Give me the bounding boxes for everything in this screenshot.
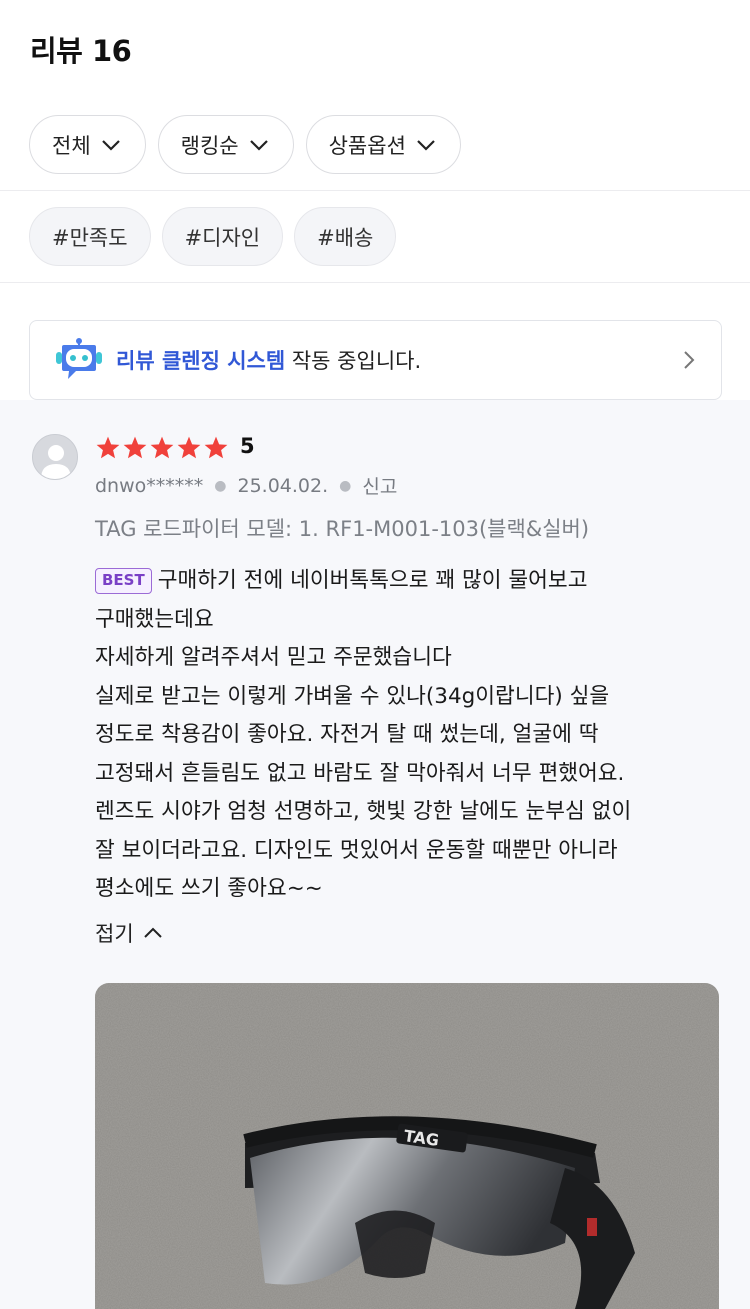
reviewer-id: dnwo******	[95, 474, 204, 497]
review-line: 정도로 착용감이 좋아요. 자전거 탈 때 썼는데, 얼굴에 딱	[95, 722, 599, 747]
review-line: 평소에도 쓰기 좋아요~~	[95, 876, 323, 901]
chevron-right-icon	[684, 351, 695, 369]
chevron-down-icon	[249, 139, 268, 151]
page-title: 리뷰 16	[30, 34, 132, 68]
fold-label: 접기	[95, 922, 134, 946]
review-line: 고정돼서 흔들림도 없고 바람도 잘 막아줘서 너무 편했어요.	[95, 760, 625, 786]
filter-label: 상품옵션	[328, 133, 406, 158]
review-date: 25.04.02.	[237, 474, 329, 497]
review-body: BEST 구매하기 전에 네이버톡톡으로 꽤 많이 물어보고 구매했는데요 자세하…	[95, 562, 735, 909]
filter-bar: 전체 랭킹순 상품옵션	[29, 115, 461, 174]
cleansing-text: 작동 중입니다.	[285, 349, 422, 373]
star-icon	[177, 436, 201, 459]
tag-delivery[interactable]: #배송	[294, 207, 397, 266]
star-icon	[96, 436, 120, 459]
filter-label: 랭킹순	[180, 133, 239, 158]
review-photo[interactable]: TAG	[95, 983, 719, 1309]
user-silhouette-icon	[33, 435, 77, 479]
divider	[0, 190, 750, 191]
robot-icon	[56, 338, 102, 379]
star-icon	[204, 436, 228, 459]
separator-dot: ●	[339, 477, 352, 494]
star-icon	[123, 436, 147, 459]
sunglasses-photo: TAG	[95, 983, 719, 1309]
filter-all-dropdown[interactable]: 전체	[29, 115, 146, 174]
star-icon	[150, 436, 174, 459]
star-rating	[95, 435, 229, 461]
report-link[interactable]: 신고	[362, 472, 397, 499]
chevron-down-icon	[101, 139, 120, 151]
chevron-down-icon	[417, 139, 435, 151]
separator-dot: ●	[214, 477, 227, 494]
tag-design[interactable]: #디자인	[161, 207, 284, 266]
review-cleansing-banner[interactable]: 리뷰 클렌징 시스템 작동 중입니다.	[29, 320, 722, 400]
chevron-up-icon	[143, 927, 162, 938]
tag-satisfaction[interactable]: #만족도	[29, 207, 151, 266]
review-line: 실제로 받고는 이렇게 가벼울 수 있나(34g이랍니다) 싶을	[95, 683, 610, 709]
product-option: TAG 로드파이터 모델: 1. RF1-M001-103(블랙&실버)	[95, 517, 590, 541]
review-line: 렌즈도 시야가 엄청 선명하고, 햇빛 강한 날에도 눈부심 없이	[95, 799, 632, 824]
avatar	[32, 434, 78, 480]
fold-button[interactable]: 접기	[95, 918, 164, 948]
divider	[0, 282, 750, 283]
filter-option-dropdown[interactable]: 상품옵션	[305, 115, 461, 174]
best-badge: BEST	[95, 568, 152, 594]
review-line: BEST 구매하기 전에 네이버톡톡으로 꽤 많이 물어보고	[95, 562, 735, 601]
filter-label: 전체	[52, 133, 91, 158]
filter-sort-dropdown[interactable]: 랭킹순	[157, 115, 294, 174]
review-line: 구매했는데요	[95, 606, 214, 632]
cleansing-highlight: 리뷰 클렌징 시스템	[116, 349, 286, 373]
hashtag-bar: #만족도 #디자인 #배송	[29, 207, 397, 266]
review-line: 잘 보이더라고요. 디자인도 멋있어서 운동할 때뿐만 아니라	[95, 837, 618, 863]
rating-value: 5	[240, 434, 255, 458]
review-meta: dnwo****** ● 25.04.02. ● 신고	[95, 472, 397, 499]
review-line: 자세하게 알려주셔서 믿고 주문했습니다	[95, 645, 452, 670]
